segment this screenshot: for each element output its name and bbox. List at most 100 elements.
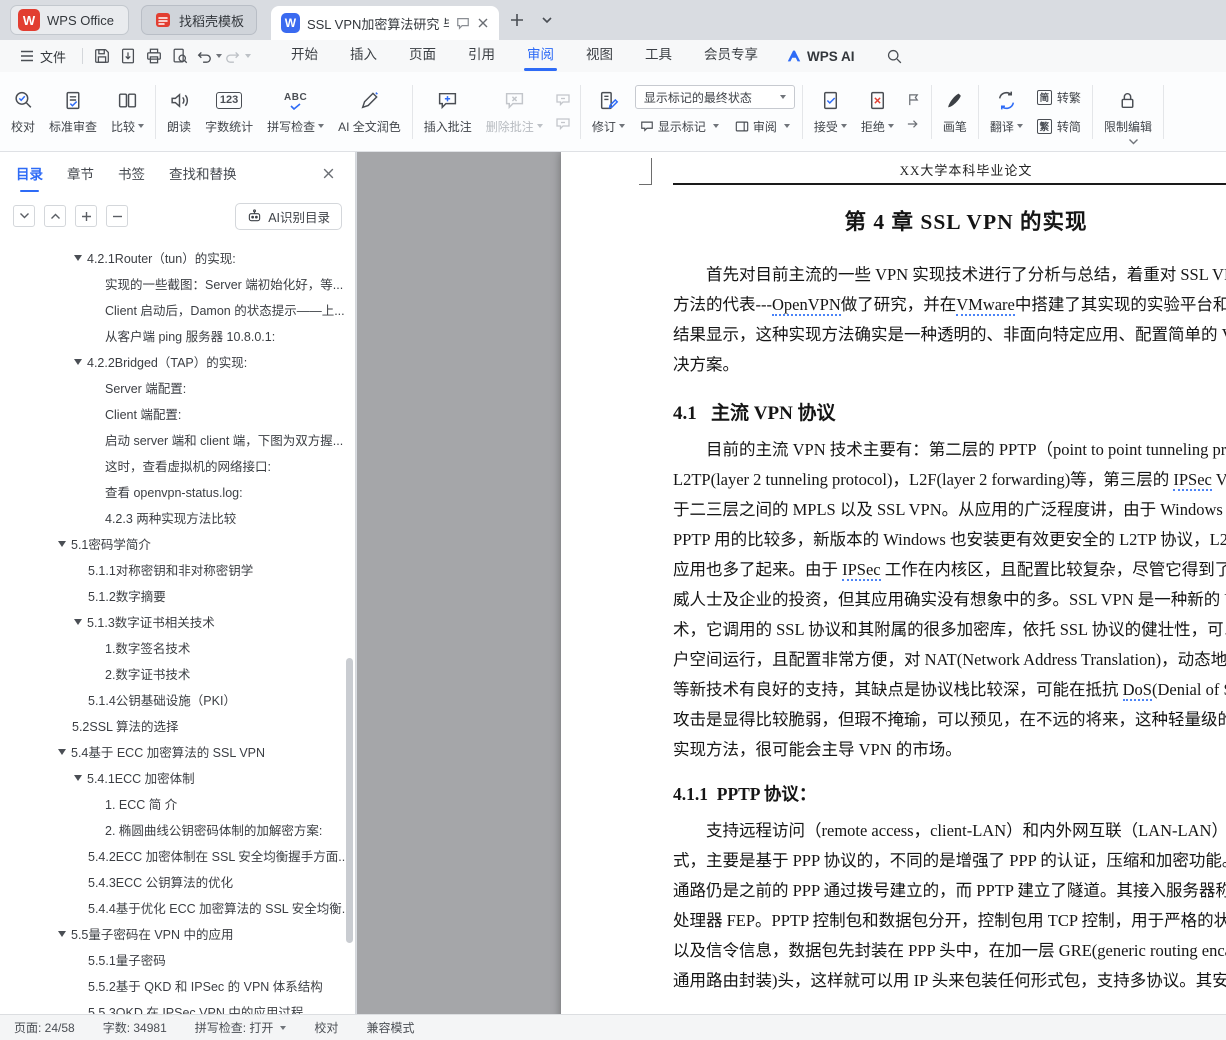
toc-item[interactable]: 2.数字证书技术 (0, 662, 355, 688)
toc-item[interactable]: 5.4.1ECC 加密体制 (0, 766, 355, 792)
ai-recognize-toc-button[interactable]: AI识别目录 (235, 202, 342, 230)
toc-item[interactable]: 1.数字签名技术 (0, 636, 355, 662)
review-pane-button[interactable]: 审阅 (730, 114, 795, 138)
doc-chat-icon[interactable] (456, 16, 470, 30)
toc-item[interactable]: 5.5.2基于 QKD 和 IPSec 的 VPN 体系结构 (0, 974, 355, 1000)
restrict-edit-button[interactable]: 限制编辑 (1097, 79, 1159, 145)
tab-review-active[interactable]: 审阅 (511, 40, 570, 72)
document-line: 支持远程访问（remote access，client-LAN）和内外网互联（L… (706, 821, 1226, 840)
tab-tools[interactable]: 工具 (629, 40, 688, 72)
tab-docer-templates[interactable]: 找稻壳模板 (140, 5, 257, 35)
toc-item[interactable]: 5.4.2ECC 加密体制在 SSL 安全均衡握手方面... (0, 844, 355, 870)
undo-dropdown-icon[interactable] (216, 54, 223, 58)
toc-item[interactable]: Client 端配置: (0, 402, 355, 428)
sidebar-close-icon[interactable] (317, 162, 339, 184)
zoom-out-icon[interactable] (106, 205, 128, 227)
sidebar-tab-chapters[interactable]: 章节 (67, 163, 94, 183)
toc-item[interactable]: 启动 server 端和 client 端，下图为双方握... (0, 428, 355, 454)
document-page[interactable]: XX大学本科毕业论文 第 4 章 SSL VPN 的实现 首先对目前主流的一些 … (561, 152, 1226, 1014)
translate-button[interactable]: 翻译 (983, 79, 1030, 145)
toc-item[interactable]: 2. 椭圆曲线公钥密码体制的加解密方案: (0, 818, 355, 844)
wps-ai-button[interactable]: WPS AI (774, 48, 867, 64)
ai-polish-button[interactable]: AI 全文润色 (331, 79, 408, 145)
toc-item[interactable]: 5.1.4公钥基础设施（PKI） (0, 688, 355, 714)
next-comment-icon[interactable] (552, 116, 574, 132)
delete-comment-button[interactable]: 删除批注 (479, 79, 550, 145)
markup-state-select[interactable]: 显示标记的最终状态 (634, 85, 795, 109)
toc-item[interactable]: Client 启动后，Damon 的状态提示——上... (0, 298, 355, 324)
track-changes-button[interactable]: 修订 (585, 79, 632, 145)
toc-item[interactable]: 5.1.3数字证书相关技术 (0, 610, 355, 636)
sidebar-tab-toc[interactable]: 目录 (16, 163, 43, 192)
toc-item[interactable]: 5.4.3ECC 公钥算法的优化 (0, 870, 355, 896)
previous-change-icon[interactable] (903, 92, 925, 108)
toc-scrollbar-thumb[interactable] (346, 658, 353, 943)
next-change-icon[interactable] (903, 116, 925, 132)
print-button[interactable] (141, 44, 167, 68)
insert-comment-button[interactable]: 插入批注 (417, 79, 479, 145)
redo-button[interactable] (224, 48, 252, 64)
page-indicator[interactable]: 页面: 24/58 (14, 1019, 75, 1036)
new-tab-icon[interactable] (505, 8, 529, 32)
search-icon[interactable] (881, 43, 909, 69)
read-aloud-button[interactable]: 朗读 (160, 79, 198, 145)
to-simplified-button[interactable]: 繁 转简 (1032, 114, 1086, 139)
tab-reference[interactable]: 引用 (452, 40, 511, 72)
toc-item[interactable]: 5.5.3QKD 在 IPSec VPN 中的应用过程 (0, 1000, 355, 1014)
toc-item[interactable]: 从客户端 ping 服务器 10.8.0.1: (0, 324, 355, 350)
save-button[interactable] (89, 44, 115, 68)
file-menu-button[interactable]: 文件 (10, 43, 76, 69)
tab-page[interactable]: 页面 (393, 40, 452, 72)
toc-item[interactable]: 4.2.2Bridged（TAP）的实现: (0, 350, 355, 376)
zoom-in-icon[interactable] (75, 205, 97, 227)
to-traditional-button[interactable]: 简 转繁 (1032, 85, 1086, 110)
show-markup-button[interactable]: 显示标记 (635, 114, 724, 138)
sidebar-tab-bookmarks[interactable]: 书签 (118, 163, 145, 183)
redo-dropdown-icon[interactable] (245, 54, 252, 58)
print-preview-button[interactable] (167, 44, 193, 68)
proofread-button[interactable]: 校对 (4, 79, 42, 145)
wps-home-button[interactable]: W WPS Office (10, 5, 129, 35)
toc-item[interactable]: 5.4基于 ECC 加密算法的 SSL VPN (0, 740, 355, 766)
undo-button[interactable] (195, 48, 223, 64)
toc-item[interactable]: 5.5.1量子密码 (0, 948, 355, 974)
header-rule (673, 183, 1226, 185)
group-launcher-icon[interactable] (1128, 138, 1139, 146)
tab-view[interactable]: 视图 (570, 40, 629, 72)
tab-document-active[interactable]: W SSL VPN加密算法研究 毕业 (270, 6, 499, 40)
toc-item[interactable]: 这时，查看虚拟机的网络接口: (0, 454, 355, 480)
spell-check-button[interactable]: ABC 拼写检查 (260, 79, 331, 145)
toc-item[interactable]: 5.1.1对称密钥和非对称密钥学 (0, 558, 355, 584)
export-pdf-button[interactable] (115, 44, 141, 68)
word-count-button[interactable]: 123 字数统计 (198, 79, 260, 145)
tab-home[interactable]: 开始 (275, 40, 334, 72)
sidebar-tab-find-replace[interactable]: 查找和替换 (169, 163, 237, 183)
simplified-glyph-icon: 繁 (1036, 118, 1052, 134)
spell-check-status[interactable]: 拼写检查: 打开 (195, 1019, 287, 1036)
toc-item[interactable]: 4.2.1Router（tun）的实现: (0, 246, 355, 272)
tab-insert[interactable]: 插入 (334, 40, 393, 72)
previous-comment-icon[interactable] (552, 92, 574, 108)
toc-item[interactable]: 5.4.4基于优化 ECC 加密算法的 SSL 安全均衡... (0, 896, 355, 922)
toc-item[interactable]: 5.2SSL 算法的选择 (0, 714, 355, 740)
standard-review-button[interactable]: 标准审查 (42, 79, 104, 145)
tab-list-chevron-icon[interactable] (535, 8, 559, 32)
brush-button[interactable]: 画笔 (936, 79, 974, 145)
reject-button[interactable]: 拒绝 (854, 79, 901, 145)
word-count-indicator[interactable]: 字数: 34981 (103, 1019, 167, 1036)
tab-close-icon[interactable] (477, 17, 489, 29)
toc-item[interactable]: 4.2.3 两种实现方法比较 (0, 506, 355, 532)
toc-item[interactable]: 5.5量子密码在 VPN 中的应用 (0, 922, 355, 948)
accept-button[interactable]: 接受 (807, 79, 854, 145)
toc-item[interactable]: 查看 openvpn-status.log: (0, 480, 355, 506)
proofread-status[interactable]: 校对 (314, 1019, 338, 1036)
compare-button[interactable]: 比较 (104, 79, 151, 145)
toc-item[interactable]: 1. ECC 简 介 (0, 792, 355, 818)
toc-item[interactable]: 5.1密码学简介 (0, 532, 355, 558)
expand-all-icon[interactable] (13, 205, 35, 227)
tab-member[interactable]: 会员专享 (688, 40, 774, 72)
toc-item[interactable]: Server 端配置: (0, 376, 355, 402)
collapse-all-icon[interactable] (44, 205, 66, 227)
toc-item[interactable]: 实现的一些截图：Server 端初始化好，等... (0, 272, 355, 298)
toc-item[interactable]: 5.1.2数字摘要 (0, 584, 355, 610)
